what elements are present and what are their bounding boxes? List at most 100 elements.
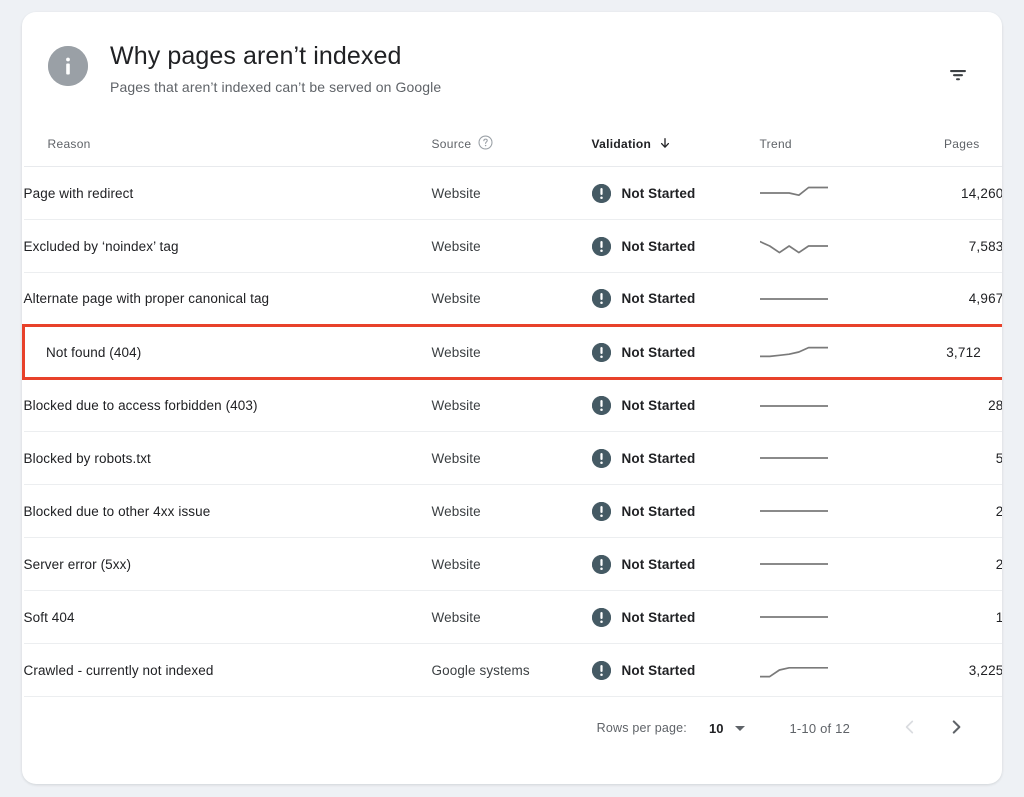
table-row[interactable]: Crawled - currently not indexedGoogle sy… <box>24 644 1003 697</box>
cell-reason[interactable]: Server error (5xx) <box>24 538 432 591</box>
column-label-source: Source <box>432 137 472 151</box>
filter-button[interactable] <box>938 56 978 96</box>
validation-status-label: Not Started <box>622 610 696 625</box>
exclamation-circle-icon <box>592 184 611 203</box>
trend-sparkline <box>760 235 876 257</box>
cell-source: Website <box>432 379 592 432</box>
header-text-group: Why pages aren’t indexed Pages that aren… <box>110 40 441 98</box>
cell-trend <box>760 379 876 432</box>
cell-pages: 1 <box>876 591 1003 644</box>
table-row[interactable]: Alternate page with proper canonical tag… <box>24 273 1003 326</box>
cell-reason[interactable]: Blocked due to access forbidden (403) <box>24 379 432 432</box>
table-row[interactable]: Server error (5xx)Website Not Started 2 <box>24 538 1003 591</box>
trend-sparkline <box>760 447 876 469</box>
cell-reason[interactable]: Blocked due to other 4xx issue <box>24 485 432 538</box>
cell-source: Website <box>432 326 592 379</box>
column-header-pages[interactable]: Pages <box>876 122 1003 167</box>
trend-sparkline <box>760 606 876 628</box>
page-title: Why pages aren’t indexed <box>110 40 441 72</box>
validation-status-label: Not Started <box>622 186 696 201</box>
validation-status-label: Not Started <box>622 398 696 413</box>
cell-source: Google systems <box>432 644 592 697</box>
column-label-validation: Validation <box>592 137 652 151</box>
exclamation-circle-icon <box>592 449 611 468</box>
rows-per-page-label: Rows per page: <box>597 721 687 735</box>
exclamation-circle-icon <box>592 237 611 256</box>
cell-trend <box>760 432 876 485</box>
trend-sparkline <box>760 659 876 681</box>
cell-validation: Not Started <box>592 485 760 538</box>
column-header-trend[interactable]: Trend <box>760 122 876 167</box>
trend-sparkline <box>760 500 876 522</box>
filter-icon <box>946 63 970 90</box>
table-row[interactable]: Not found (404)WebsiteNot Started3,712 <box>24 326 1003 379</box>
cell-trend <box>760 591 876 644</box>
exclamation-circle-icon <box>592 661 611 680</box>
validation-status-label: Not Started <box>622 291 696 306</box>
cell-source: Website <box>432 432 592 485</box>
exclamation-circle-icon <box>592 608 611 627</box>
cell-reason[interactable]: Page with redirect <box>24 167 432 220</box>
table-header: Reason Source <box>24 122 1003 167</box>
table-header-row: Reason Source <box>24 122 1003 167</box>
cell-reason[interactable]: Not found (404) <box>24 326 432 379</box>
help-circle-icon[interactable] <box>478 135 493 153</box>
cell-validation: Not Started <box>592 538 760 591</box>
table-row[interactable]: Page with redirectWebsiteNot Started14,2… <box>24 167 1003 220</box>
validation-status-label: Not Started <box>622 557 696 572</box>
column-header-reason[interactable]: Reason <box>24 122 432 167</box>
cell-validation: Not Started <box>592 326 760 379</box>
chevron-left-icon <box>900 717 920 740</box>
cell-source: Website <box>432 538 592 591</box>
exclamation-circle-icon <box>592 289 611 308</box>
cell-source: Website <box>432 485 592 538</box>
cell-pages: 2 <box>876 538 1003 591</box>
info-icon <box>48 46 88 86</box>
cell-reason[interactable]: Excluded by ‘noindex’ tag <box>24 220 432 273</box>
next-page-button[interactable] <box>938 710 974 746</box>
cell-validation: Not Started <box>592 591 760 644</box>
cell-reason[interactable]: Soft 404 <box>24 591 432 644</box>
cell-trend <box>760 273 876 326</box>
exclamation-circle-icon <box>592 555 611 574</box>
indexing-report-card: Why pages aren’t indexed Pages that aren… <box>22 12 1002 784</box>
cell-pages: 28 <box>876 379 1003 432</box>
cell-reason[interactable]: Blocked by robots.txt <box>24 432 432 485</box>
table-row[interactable]: Blocked due to access forbidden (403)Web… <box>24 379 1003 432</box>
table-row[interactable]: Blocked by robots.txtWebsiteNot Started5 <box>24 432 1003 485</box>
cell-trend <box>760 220 876 273</box>
column-header-validation[interactable]: Validation <box>592 122 760 167</box>
column-header-source[interactable]: Source <box>432 122 592 167</box>
previous-page-button[interactable] <box>892 710 928 746</box>
cell-pages: 7,583 <box>876 220 1003 273</box>
table-row[interactable]: Blocked due to other 4xx issueWebsite Not… <box>24 485 1003 538</box>
pagination-bar: Rows per page: 10 1-10 of 12 <box>22 697 1002 759</box>
trend-sparkline <box>760 395 876 417</box>
cell-validation: Not Started <box>592 644 760 697</box>
cell-source: Website <box>432 220 592 273</box>
table-body: Page with redirectWebsiteNot Started14,2… <box>24 167 1003 697</box>
validation-status-label: Not Started <box>622 663 696 678</box>
cell-validation: Not Started <box>592 379 760 432</box>
chevron-right-icon <box>946 717 966 740</box>
table-row[interactable]: Excluded by ‘noindex’ tagWebsiteNot Star… <box>24 220 1003 273</box>
column-label-reason: Reason <box>48 137 91 151</box>
indexing-reasons-table: Reason Source <box>22 122 1002 697</box>
cell-reason[interactable]: Alternate page with proper canonical tag <box>24 273 432 326</box>
card-header: Why pages aren’t indexed Pages that aren… <box>22 12 1002 98</box>
cell-trend <box>760 538 876 591</box>
cell-pages: 14,260 <box>876 167 1003 220</box>
cell-source: Website <box>432 273 592 326</box>
validation-status-label: Not Started <box>622 504 696 519</box>
cell-pages: 4,967 <box>876 273 1003 326</box>
rows-per-page-value: 10 <box>709 721 723 736</box>
cell-validation: Not Started <box>592 220 760 273</box>
cell-trend <box>760 167 876 220</box>
page-root: Why pages aren’t indexed Pages that aren… <box>0 0 1024 797</box>
cell-pages: 2 <box>876 485 1003 538</box>
cell-validation: Not Started <box>592 273 760 326</box>
trend-sparkline <box>760 341 876 363</box>
cell-reason[interactable]: Crawled - currently not indexed <box>24 644 432 697</box>
rows-per-page-select[interactable]: 10 <box>709 721 745 736</box>
table-row[interactable]: Soft 404WebsiteNot Started1 <box>24 591 1003 644</box>
